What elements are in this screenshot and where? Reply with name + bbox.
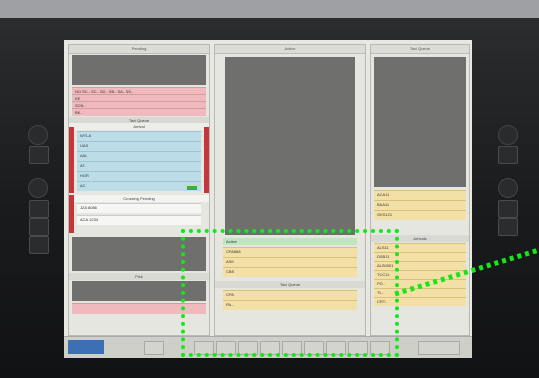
pointer-line [394,247,539,297]
highlight-pointer [394,247,539,297]
